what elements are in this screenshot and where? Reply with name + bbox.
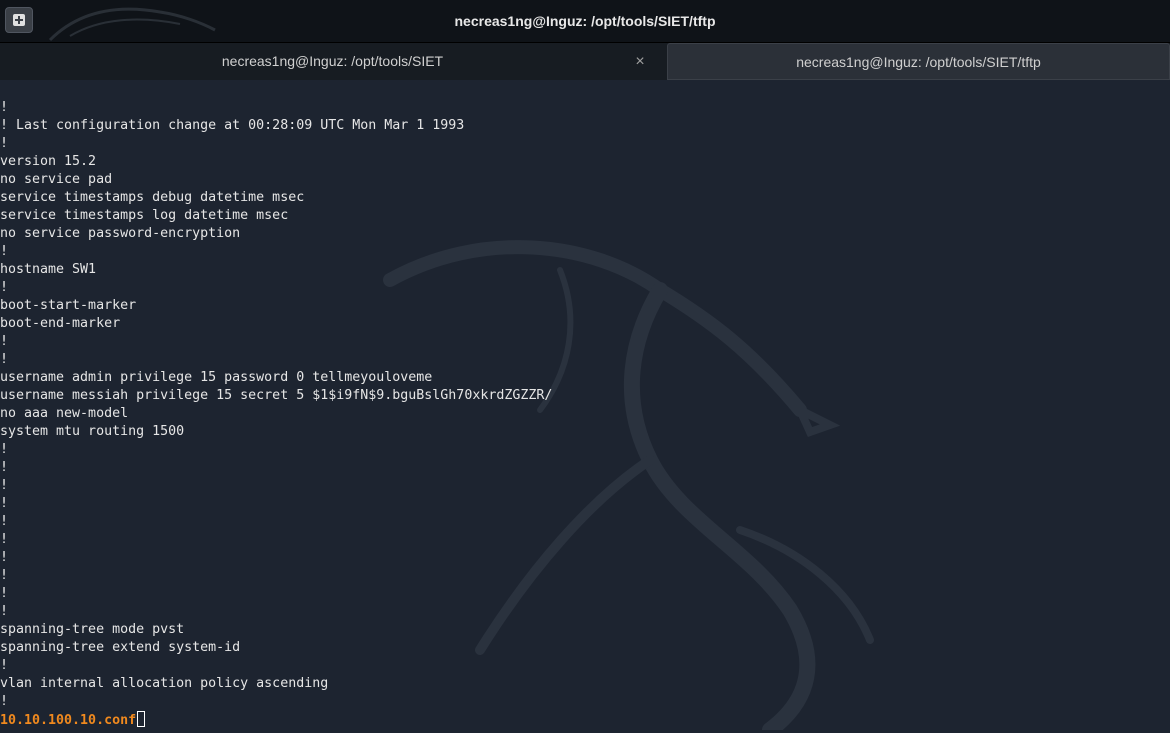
- close-tab-icon[interactable]: ×: [630, 43, 650, 80]
- tab-label: necreas1ng@Inguz: /opt/tools/SIET: [221, 53, 444, 69]
- new-tab-button[interactable]: [5, 7, 33, 33]
- terminal-line: !: [0, 568, 9, 583]
- title-bar[interactable]: necreas1ng@Inguz: /opt/tools/SIET/tftp: [0, 0, 1170, 43]
- terminal-line: hostname SW1: [0, 262, 97, 277]
- terminal-window: necreas1ng@Inguz: /opt/tools/SIET/tftp n…: [0, 0, 1170, 733]
- terminal-line: spanning-tree extend system-id: [0, 640, 241, 655]
- terminal-line: no service pad: [0, 172, 113, 187]
- shell-prompt-line[interactable]: 10.10.100.10.conf: [0, 711, 146, 729]
- terminal-line: !: [0, 658, 9, 673]
- terminal-line: !: [0, 460, 9, 475]
- terminal-line: !: [0, 100, 9, 115]
- terminal-line: !: [0, 496, 9, 511]
- terminal-line: !: [0, 334, 9, 349]
- terminal-line: no service password-encryption: [0, 226, 241, 241]
- terminal-line: boot-end-marker: [0, 316, 121, 331]
- terminal-line: version 15.2: [0, 154, 97, 169]
- terminal-line: !: [0, 694, 9, 709]
- text-cursor: [137, 711, 146, 727]
- terminal-line: !: [0, 514, 9, 529]
- tab-siet[interactable]: necreas1ng@Inguz: /opt/tools/SIET ×: [0, 43, 665, 80]
- terminal-line: !: [0, 550, 9, 565]
- terminal-line: no aaa new-model: [0, 406, 129, 421]
- terminal-area[interactable]: ! ! Last configuration change at 00:28:09…: [0, 80, 1170, 733]
- terminal-line: !: [0, 352, 9, 367]
- prompt-text: 10.10.100.10.conf: [0, 713, 137, 728]
- terminal-line: !: [0, 280, 9, 295]
- terminal-line: !: [0, 478, 9, 493]
- terminal-line: !: [0, 532, 9, 547]
- tab-label: necreas1ng@Inguz: /opt/tools/SIET/tftp: [796, 54, 1041, 70]
- new-tab-icon: [13, 14, 25, 26]
- terminal-line: !: [0, 604, 9, 619]
- terminal-line: !: [0, 586, 9, 601]
- tab-bar: necreas1ng@Inguz: /opt/tools/SIET × necr…: [0, 43, 1170, 80]
- tab-tftp[interactable]: necreas1ng@Inguz: /opt/tools/SIET/tftp: [667, 43, 1170, 80]
- terminal-line: username messiah privilege 15 secret 5 $…: [0, 388, 553, 403]
- terminal-line: !: [0, 442, 9, 457]
- terminal-output: ! ! Last configuration change at 00:28:09…: [0, 99, 552, 711]
- terminal-line: system mtu routing 1500: [0, 424, 185, 439]
- terminal-line: !: [0, 244, 9, 259]
- terminal-line: ! Last configuration change at 00:28:09 …: [0, 118, 465, 133]
- terminal-line: !: [0, 136, 9, 151]
- terminal-line: spanning-tree mode pvst: [0, 622, 185, 637]
- terminal-line: username admin privilege 15 password 0 t…: [0, 370, 433, 385]
- terminal-line: vlan internal allocation policy ascendin…: [0, 676, 329, 691]
- terminal-line: boot-start-marker: [0, 298, 137, 313]
- terminal-line: service timestamps log datetime msec: [0, 208, 289, 223]
- kali-dragon-logo-icon: [48, 7, 216, 42]
- terminal-line: service timestamps debug datetime msec: [0, 190, 305, 205]
